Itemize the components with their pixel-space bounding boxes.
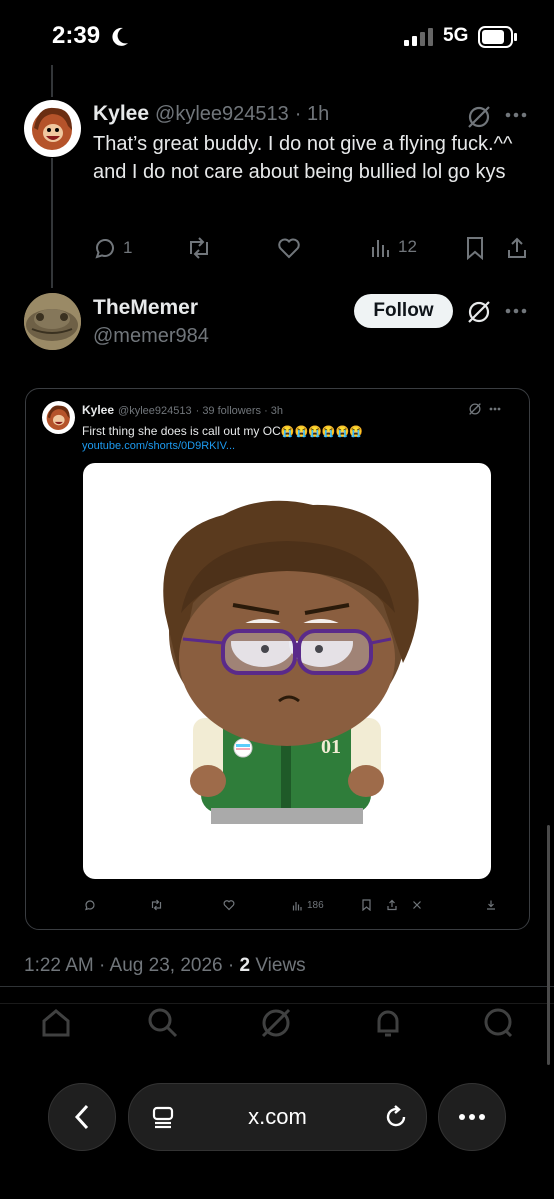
avatar: [42, 401, 75, 434]
network-type: 5G: [443, 25, 469, 46]
thread-line-top: [51, 65, 53, 97]
messages-icon[interactable]: [480, 1005, 516, 1041]
embedded-views-count: 186: [307, 900, 324, 911]
tweet-timestamp: 1:22 AM · Aug 23, 2026 · 2 Views: [24, 955, 306, 977]
signal-icon: [404, 28, 434, 46]
back-icon: [74, 1104, 89, 1130]
home-icon[interactable]: [38, 1005, 74, 1041]
views-count: 12: [398, 237, 417, 256]
author-name[interactable]: Kylee: [93, 102, 149, 126]
more-icon[interactable]: [505, 112, 527, 118]
share-icon: [387, 899, 397, 911]
views-button[interactable]: 12: [370, 236, 417, 258]
bookmark-icon: [464, 236, 486, 260]
reply-icon: [85, 900, 95, 911]
bookmark-icon: [362, 899, 371, 911]
grok-icon[interactable]: [258, 1005, 294, 1041]
views-label: Views: [255, 955, 306, 976]
notifications-icon[interactable]: [370, 1005, 406, 1041]
embedded-author-name: Kylee: [82, 403, 115, 417]
battery-icon: [478, 26, 518, 48]
share-button[interactable]: [505, 236, 529, 260]
scroll-indicator[interactable]: [547, 825, 550, 1065]
timestamp-text: 1:22 AM · Aug 23, 2026 ·: [24, 955, 240, 976]
character-image: 01: [83, 463, 491, 879]
divider: [0, 1003, 554, 1004]
author-handle[interactable]: @memer984: [93, 325, 209, 348]
grok-icon[interactable]: [466, 299, 492, 325]
download-icon: [487, 900, 495, 910]
bookmark-button[interactable]: [464, 236, 486, 260]
embedded-actions: 186: [26, 897, 529, 917]
embedded-author-handle: @kylee924513: [118, 405, 192, 417]
moon-icon: [110, 26, 130, 48]
author-name[interactable]: TheMemer: [93, 296, 198, 320]
close-icon: [413, 901, 421, 909]
url-text[interactable]: x.com: [129, 1104, 426, 1130]
like-icon: [277, 236, 301, 260]
grok-icon[interactable]: [466, 104, 492, 130]
retweet-button[interactable]: [186, 236, 212, 260]
divider: [0, 986, 554, 987]
search-icon[interactable]: [144, 1005, 180, 1041]
more-icon[interactable]: [505, 308, 527, 314]
share-icon: [505, 236, 529, 260]
reply-icon: [93, 236, 117, 260]
tweet-time: · 1h: [294, 103, 330, 125]
like-button[interactable]: [277, 236, 301, 260]
avatar[interactable]: [24, 100, 81, 157]
embedded-text: First thing she does is call out my OC: [82, 424, 281, 438]
retweet-icon: [186, 236, 212, 260]
menu-icon: [459, 1114, 485, 1120]
avatar[interactable]: [24, 293, 81, 350]
grok-icon: [468, 402, 482, 416]
reply-button[interactable]: 1: [93, 236, 132, 260]
reply-count: 1: [123, 238, 133, 257]
retweet-icon: [151, 899, 162, 911]
reload-icon[interactable]: [383, 1104, 409, 1130]
menu-button[interactable]: [438, 1083, 506, 1151]
embedded-meta: · 39 followers · 3h: [195, 405, 284, 417]
embedded-emoji: 😭😭😭😭😭😭: [280, 426, 363, 438]
embedded-link: youtube.com/shorts/0D9RKIV...: [82, 440, 236, 452]
follow-button[interactable]: Follow: [354, 294, 453, 328]
like-icon: [223, 900, 235, 911]
tweet-text: That’s great buddy. I do not give a flyi…: [93, 133, 513, 183]
address-bar[interactable]: x.com: [128, 1083, 427, 1151]
more-icon: [489, 407, 501, 411]
views-icon: [292, 902, 302, 911]
author-handle[interactable]: @kylee924513: [155, 103, 289, 126]
back-button[interactable]: [48, 1083, 116, 1151]
views-icon: [370, 236, 392, 258]
thread-line: [51, 158, 53, 288]
attached-image[interactable]: Kylee @kylee924513 · 39 followers · 3h F…: [25, 388, 530, 930]
status-time: 2:39: [52, 22, 101, 49]
views-count: 2: [239, 955, 251, 976]
